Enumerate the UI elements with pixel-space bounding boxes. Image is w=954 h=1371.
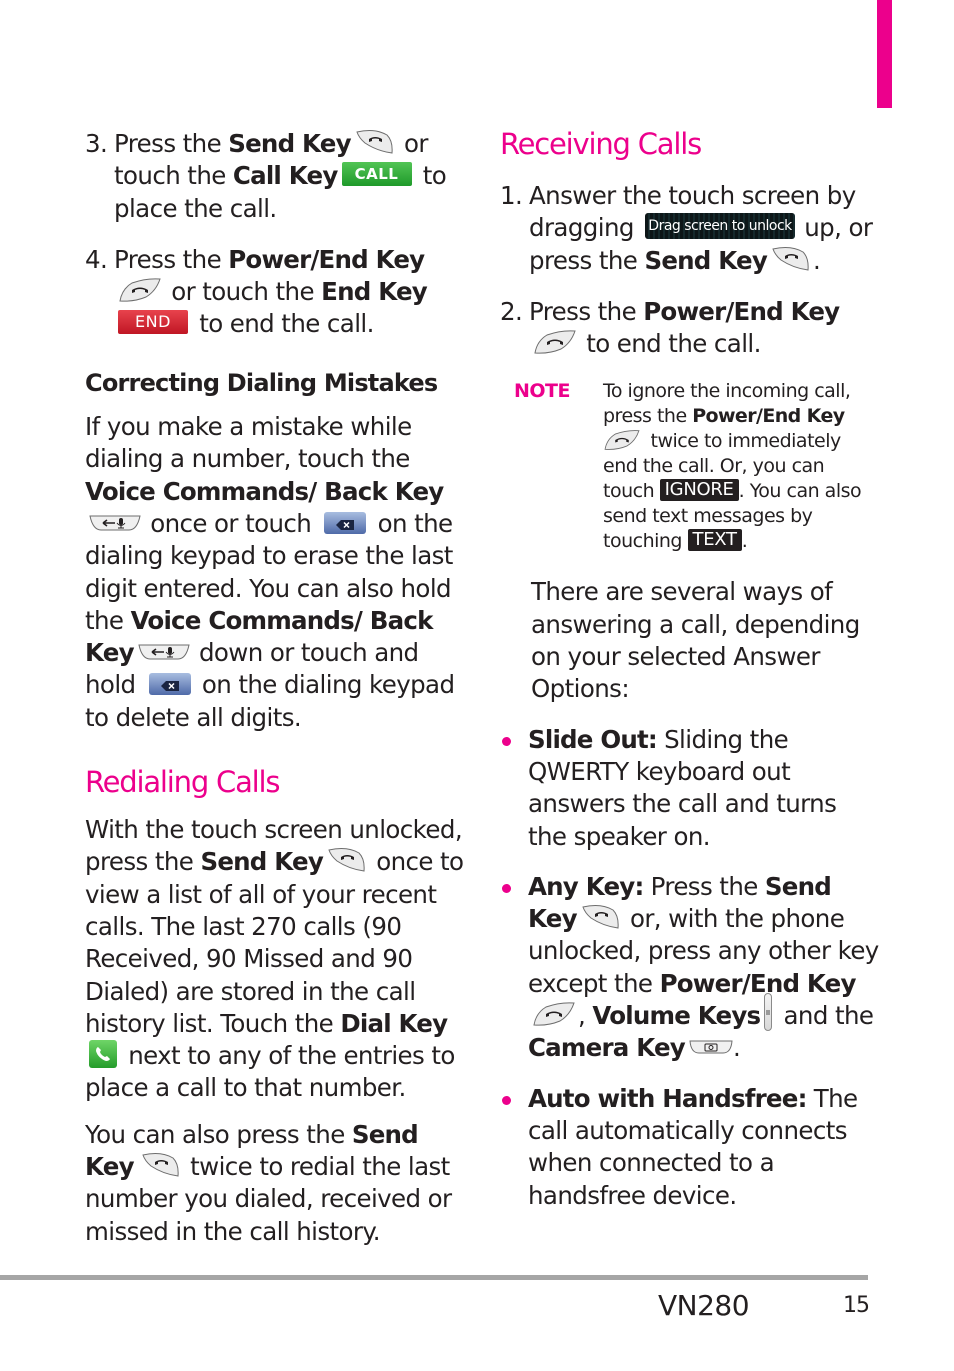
call-button-icon: CALL (341, 162, 412, 187)
step-text: Press the (529, 296, 644, 326)
step-number: 4. (85, 244, 108, 274)
voice-back-key-label: Voice Commands/ Back Key (85, 476, 444, 506)
step-number: 2. (500, 296, 523, 326)
bullet-title: Slide Out: (528, 724, 658, 754)
correcting-mistakes-heading: Correcting Dialing Mistakes (85, 368, 438, 397)
bullet-title: Auto with Handsfree: (528, 1083, 807, 1113)
left-column: 3. Press the Send Key or touch the Call … (85, 128, 470, 1262)
note-label: NOTE (514, 380, 571, 403)
power-end-key-label: Power/End Key (643, 296, 840, 326)
redialing-paragraph-2: You can also press the Send Key twice to… (85, 1119, 470, 1248)
send-key-icon (141, 1152, 181, 1178)
bullet-title: Any Key: (528, 871, 644, 901)
paragraph-text: once or touch (143, 508, 319, 538)
dial-key-label: Dial Key (340, 1008, 448, 1038)
redialing-paragraph-1: With the touch screen unlocked, press th… (85, 814, 470, 1105)
bullet-text: and the (776, 1001, 874, 1031)
power-end-key-icon (603, 429, 641, 451)
chapter-tab-marker (877, 0, 892, 108)
step-text: or touch the (164, 277, 322, 307)
end-key-label: End Key (321, 277, 428, 307)
bullet-slide-out: Slide Out: Sliding the QWERTY keyboard o… (500, 724, 880, 853)
delete-key-icon (324, 511, 367, 534)
step-1-answer: 1. Answer the touch screen by dragging D… (500, 180, 880, 277)
bullet-text: . (732, 1033, 741, 1063)
send-key-icon (327, 847, 367, 873)
step-text: to end the call. (192, 309, 374, 339)
end-button-icon: END (118, 310, 188, 335)
delete-key-icon (148, 673, 191, 696)
send-key-icon (771, 246, 811, 272)
step-text: Press the (114, 129, 229, 158)
camera-key-label: Camera Key (528, 1033, 686, 1063)
step-3-send-or-call: 3. Press the Send Key or touch the Call … (85, 128, 470, 225)
volume-keys-icon (764, 993, 773, 1032)
redialing-calls-heading: Redialing Calls (85, 765, 280, 800)
step-text: Press the (114, 244, 229, 274)
send-key-label: Send Key (228, 129, 351, 158)
send-key-icon (581, 904, 621, 930)
note-text: . (741, 530, 748, 553)
note-box: NOTE To ignore the incoming call, press … (514, 379, 880, 554)
voice-back-key-icon (89, 514, 141, 532)
power-end-key-label: Power/End Key (659, 968, 857, 998)
correcting-mistakes-paragraph: If you make a mistake while dialing a nu… (85, 411, 470, 734)
ignore-button-icon: IGNORE (659, 479, 739, 502)
step-number: 1. (500, 181, 523, 210)
bullet-dot (502, 1095, 511, 1105)
power-end-key-label: Power/End Key (228, 244, 425, 274)
bullet-text: Press the (643, 871, 765, 901)
receiving-calls-heading: Receiving Calls (500, 127, 702, 161)
bullet-any-key: Any Key: Press the Send Key or, with the… (500, 871, 880, 1065)
footer-divider (0, 1275, 868, 1280)
step-text: . (813, 245, 821, 275)
send-key-icon (355, 129, 395, 155)
step-text: to end the call. (579, 329, 761, 359)
paragraph-text: You can also press the (85, 1119, 352, 1149)
send-key-label: Send Key (644, 245, 767, 275)
paragraph-text: next to any of the entries to place a ca… (85, 1041, 455, 1103)
volume-keys-label: Volume Keys (592, 1001, 761, 1031)
bullet-dot (502, 736, 511, 746)
power-end-key-icon (118, 277, 162, 303)
send-key-label: Send Key (200, 847, 323, 877)
step-4-end-call: 4. Press the Power/End Key or touch the … (85, 244, 470, 341)
right-column: Receiving Calls 1. Answer the touch scre… (500, 126, 880, 1230)
bullet-auto-handsfree: Auto with Handsfree: The call automatica… (500, 1083, 880, 1212)
bullet-dot (502, 883, 511, 893)
paragraph-text: If you make a mistake while dialing a nu… (85, 412, 412, 474)
camera-key-icon (689, 1039, 733, 1055)
voice-back-key-icon (138, 643, 190, 661)
power-end-key-label: Power/End Key (692, 405, 845, 428)
dial-key-phone-icon (89, 1040, 117, 1069)
power-end-key-icon (533, 329, 577, 355)
step-number: 3. (85, 129, 108, 158)
drag-to-unlock-bar-icon: Drag screen to unlock (645, 213, 796, 240)
page-number: 15 (843, 1293, 870, 1318)
answer-options-intro: There are several ways of answering a ca… (531, 577, 860, 704)
text-button-icon: TEXT (687, 529, 742, 552)
step-2-end-call: 2. Press the Power/End Key to end the ca… (500, 296, 880, 361)
call-key-label: Call Key (232, 161, 338, 191)
power-end-key-icon (532, 1001, 576, 1027)
bullet-text: , (578, 1001, 593, 1031)
footer-model-name: VN280 (658, 1289, 750, 1322)
